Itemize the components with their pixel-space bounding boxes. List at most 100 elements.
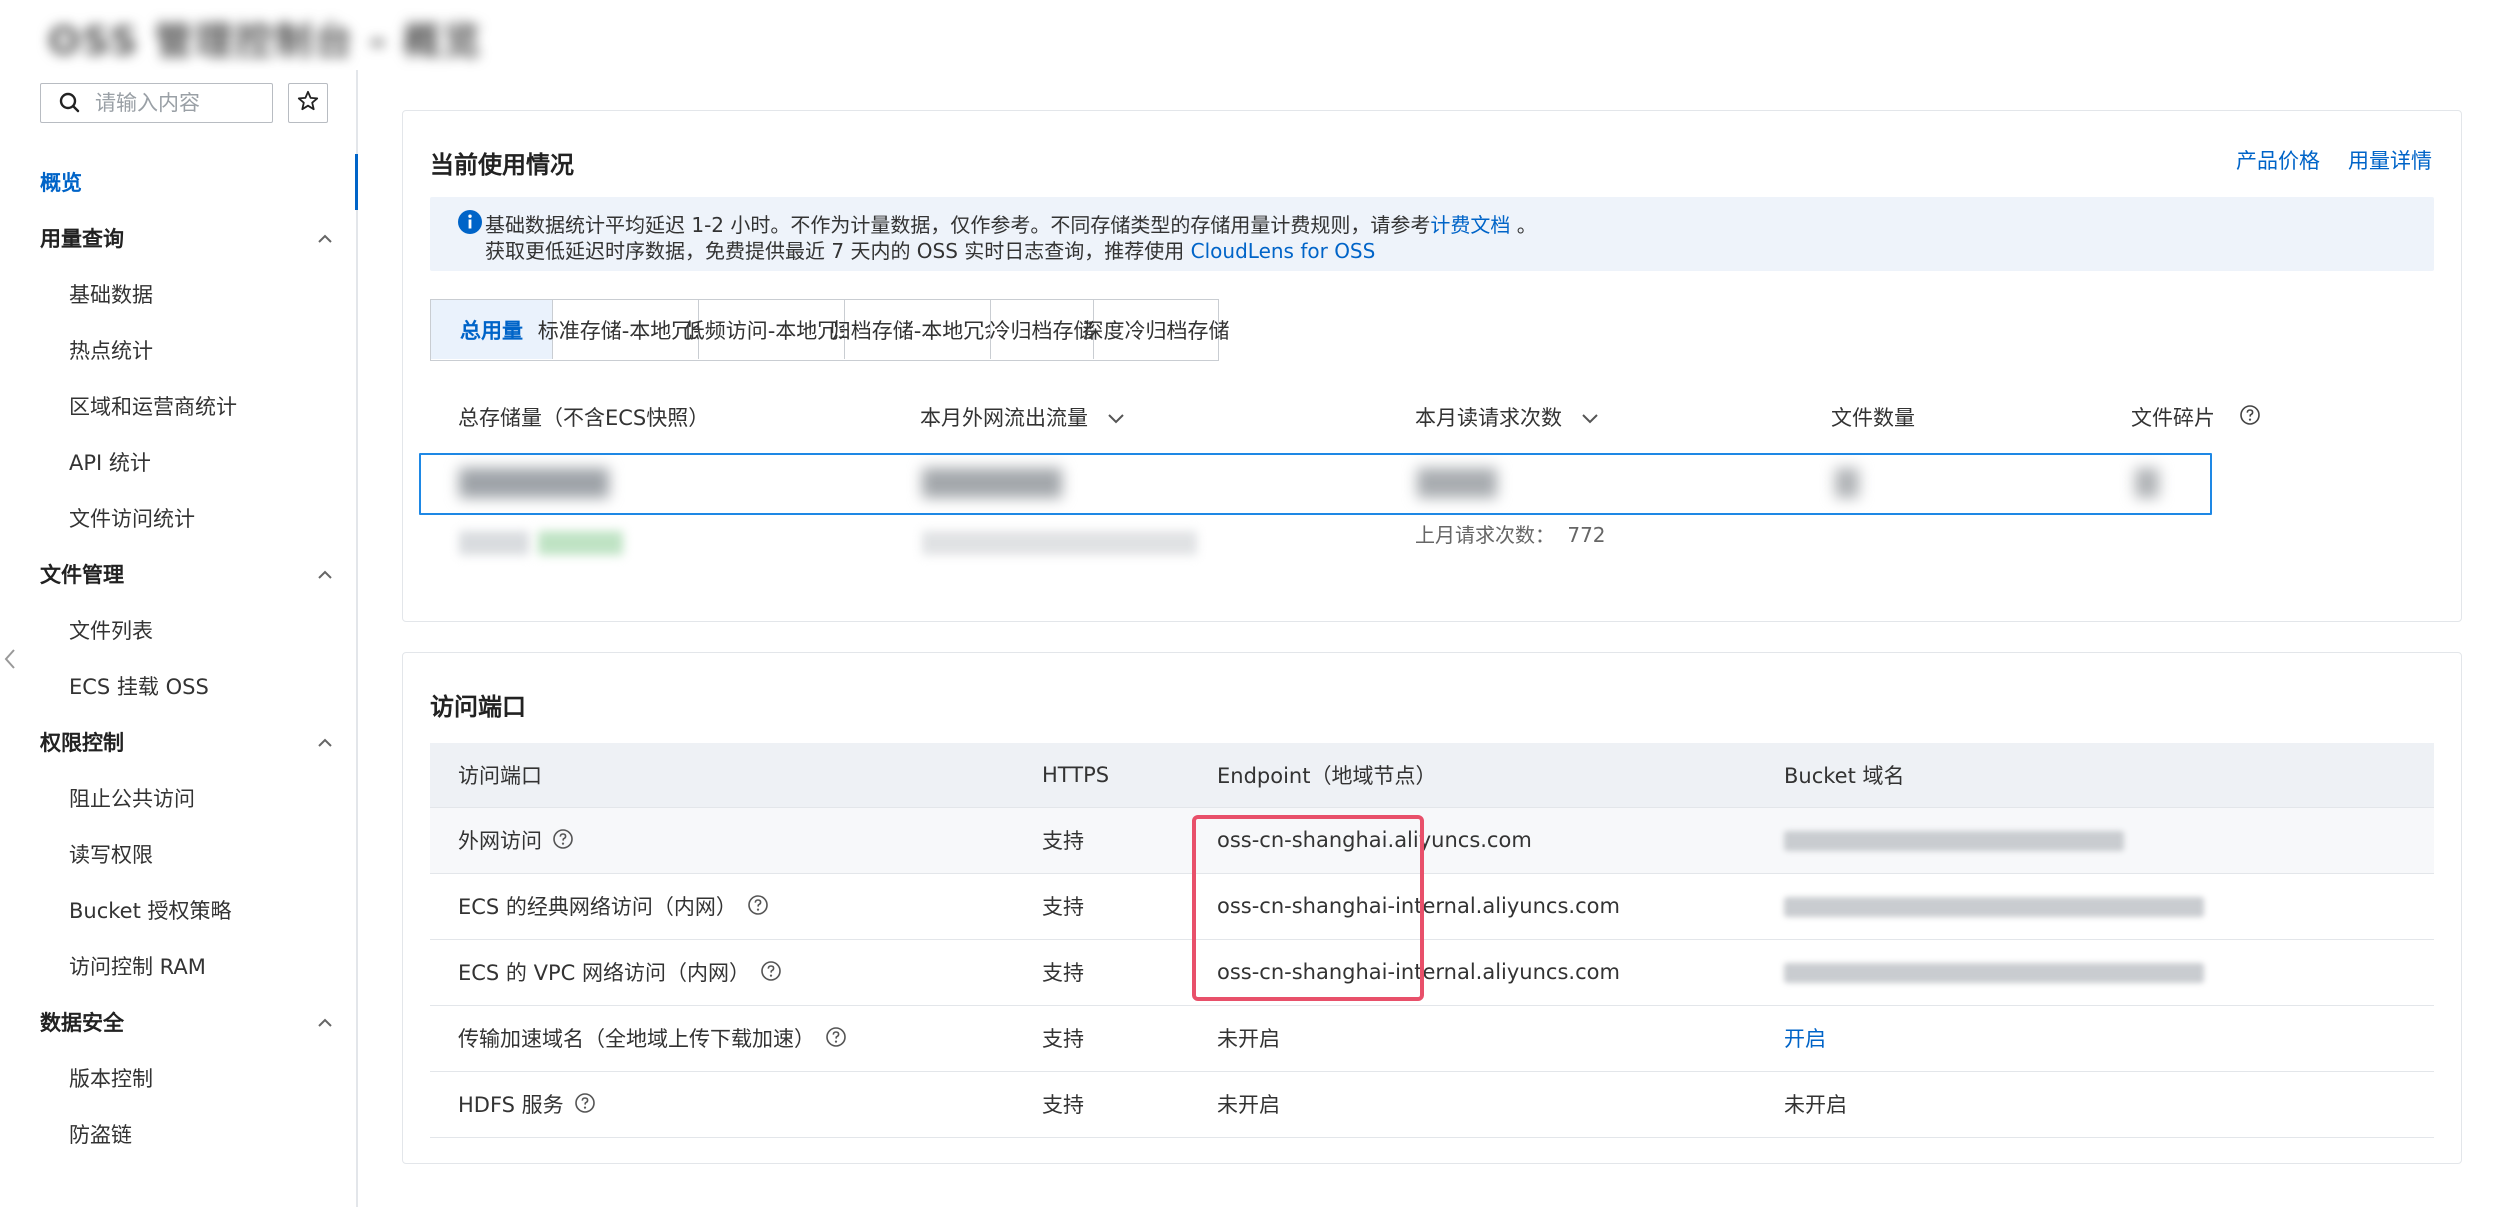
metric-label-file-fragments: 文件碎片 [2131,402,2261,432]
sidebar-item-read-write-permission[interactable]: 读写权限 [0,826,356,882]
https-cell: 支持 [1042,1005,1217,1072]
metric-sub-total-storage [459,531,529,555]
port-name: 外网访问 [458,828,542,853]
sidebar-item-hotlink-protection[interactable]: 防盗链 [0,1106,356,1162]
table-row: 外网访问 支持 oss-cn-shanghai.aliyuncs.com [430,807,2434,874]
metric-label-text: 本月读请求次数 [1415,406,1562,430]
question-icon[interactable] [574,1092,596,1119]
question-icon[interactable] [2221,404,2261,431]
tab-cold-archive[interactable]: 冷归档存储 [990,300,1095,359]
cloudlens-link[interactable]: CloudLens for OSS [1191,239,1376,263]
tab-infrequent-lrs[interactable]: 低频访问-本地冗余 [684,300,859,359]
billing-doc-link[interactable]: 计费文档 [1430,213,1510,237]
chevron-up-icon [316,562,334,586]
table-row: ECS 的 VPC 网络访问（内网） 支持 oss-cn-shanghai-in… [430,939,2434,1006]
question-icon[interactable] [825,1026,847,1053]
port-cell: ECS 的经典网络访问（内网） [430,873,1042,940]
chevron-down-icon[interactable] [1088,405,1126,429]
sidebar-group-label: 文件管理 [40,563,124,587]
metric-value-read-requests [1417,463,1507,503]
port-name: ECS 的 VPC 网络访问（内网） [458,960,750,985]
tab-archive-lrs[interactable]: 归档存储-本地冗余 [830,300,1005,359]
tab-total-usage[interactable]: 总用量 [431,300,552,359]
endpoint-card: 访问端口 访问端口 HTTPS Endpoint（地域节点） Bucket 域名… [402,652,2462,1164]
table-row: HDFS 服务 支持 未开启 未开启 [430,1071,2434,1138]
sidebar-collapse-handle[interactable] [2,644,18,674]
endpoint-cell: 未开启 [1217,1005,1784,1072]
sidebar-group-label: 数据安全 [40,1011,124,1035]
chevron-up-icon [316,226,334,250]
metric-label-read-requests[interactable]: 本月读请求次数 [1415,402,1600,432]
last-month-requests-label: 上月请求次数： [1415,523,1555,547]
sidebar-item-block-public-access[interactable]: 阻止公共访问 [0,770,356,826]
sidebar-item-file-access-stats[interactable]: 文件访问统计 [0,490,356,546]
info-icon [457,209,483,235]
bucket-domain-cell: 未开启 [1784,1071,2434,1138]
question-icon[interactable] [747,894,769,921]
notice-text: 获取更低延迟时序数据，免费提供最近 7 天内的 OSS 实时日志查询，推荐使用 [485,239,1185,263]
sidebar-item-overview[interactable]: 概览 [0,154,358,210]
chevron-down-icon[interactable] [1562,405,1600,429]
sidebar-group-usage-query[interactable]: 用量查询 [0,210,356,266]
notice-line-2: 获取更低延迟时序数据，免费提供最近 7 天内的 OSS 实时日志查询，推荐使用 … [485,235,1375,264]
sidebar-item-hotspot-stats[interactable]: 热点统计 [0,322,356,378]
sidebar-item-api-stats[interactable]: API 统计 [0,434,356,490]
sidebar-group-access-control[interactable]: 权限控制 [0,714,356,770]
metric-label-text: 总存储量（不含ECS快照） [458,406,710,430]
sidebar-item-file-list[interactable]: 文件列表 [0,602,356,658]
sidebar-group-file-management[interactable]: 文件管理 [0,546,356,602]
chevron-up-icon [316,1010,334,1034]
https-cell: 支持 [1042,939,1217,1006]
port-name: ECS 的经典网络访问（内网） [458,894,737,919]
usage-detail-link[interactable]: 用量详情 [2348,145,2432,175]
tab-standard-lrs[interactable]: 标准存储-本地冗余 [538,300,713,359]
metric-sub-total-storage-trend [538,531,623,555]
sidebar-item-versioning[interactable]: 版本控制 [0,1050,356,1106]
metric-label-text: 本月外网流出流量 [920,406,1088,430]
sidebar-item-basic-data[interactable]: 基础数据 [0,266,356,322]
redacted-bucket-domain [1784,831,2124,851]
column-header-bucket-domain: Bucket 域名 [1784,743,2434,808]
favorite-button[interactable] [288,83,328,123]
port-cell: ECS 的 VPC 网络访问（内网） [430,939,1042,1006]
product-price-link[interactable]: 产品价格 [2236,145,2320,175]
redacted-bucket-domain [1784,963,2204,983]
bucket-domain-cell [1784,939,2434,1006]
column-header-port: 访问端口 [430,743,1042,808]
question-icon[interactable] [552,828,574,855]
sidebar-item-region-isp-stats[interactable]: 区域和运营商统计 [0,378,356,434]
enable-acceleration-link[interactable]: 开启 [1784,1027,1826,1051]
search-input[interactable] [95,91,255,115]
redacted-bucket-domain [1784,897,2204,917]
sidebar-search[interactable] [40,83,273,123]
metric-label-total-storage: 总存储量（不含ECS快照） [458,402,709,432]
table-row: 传输加速域名（全地域上传下载加速） 支持 未开启 开启 [430,1005,2434,1072]
star-icon [296,89,320,117]
endpoint-cell[interactable]: oss-cn-shanghai-internal.aliyuncs.com [1217,939,1784,1006]
notice-text: 。 [1516,213,1537,237]
https-cell: 支持 [1042,1071,1217,1138]
metric-label-text: 文件碎片 [2131,406,2215,430]
metric-value-outbound-traffic [922,463,1072,503]
last-month-requests-value: 772 [1567,523,1606,547]
port-name: 传输加速域名（全地域上传下载加速） [458,1026,815,1051]
table-row: ECS 的经典网络访问（内网） 支持 oss-cn-shanghai-inter… [430,873,2434,940]
question-icon[interactable] [760,960,782,987]
metric-label-outbound-traffic[interactable]: 本月外网流出流量 [920,402,1126,432]
endpoint-cell[interactable]: oss-cn-shanghai-internal.aliyuncs.com [1217,873,1784,940]
port-name: HDFS 服务 [458,1092,564,1117]
sidebar-group-data-security[interactable]: 数据安全 [0,994,356,1050]
search-icon [55,88,85,118]
sidebar-item-ecs-mount-oss[interactable]: ECS 挂载 OSS [0,658,356,714]
sidebar-item-bucket-policy[interactable]: Bucket 授权策略 [0,882,356,938]
tab-deep-cold-archive[interactable]: 深度冷归档存储 [1083,300,1230,359]
storage-type-tabs: 总用量 标准存储-本地冗余 低频访问-本地冗余 归档存储-本地冗余 冷归档存储 … [430,299,1230,361]
endpoint-cell[interactable]: oss-cn-shanghai.aliyuncs.com [1217,807,1784,874]
sidebar-item-ram-access-control[interactable]: 访问控制 RAM [0,938,356,994]
usage-card-title: 当前使用情况 [430,151,574,179]
metric-label-text: 文件数量 [1831,406,1915,430]
page-header-title: OSS 管理控制台 - 概览 [48,19,483,63]
metric-sub-outbound-traffic [922,531,1197,555]
sidebar-group-label: 用量查询 [40,227,124,251]
chevron-left-icon [2,649,18,678]
